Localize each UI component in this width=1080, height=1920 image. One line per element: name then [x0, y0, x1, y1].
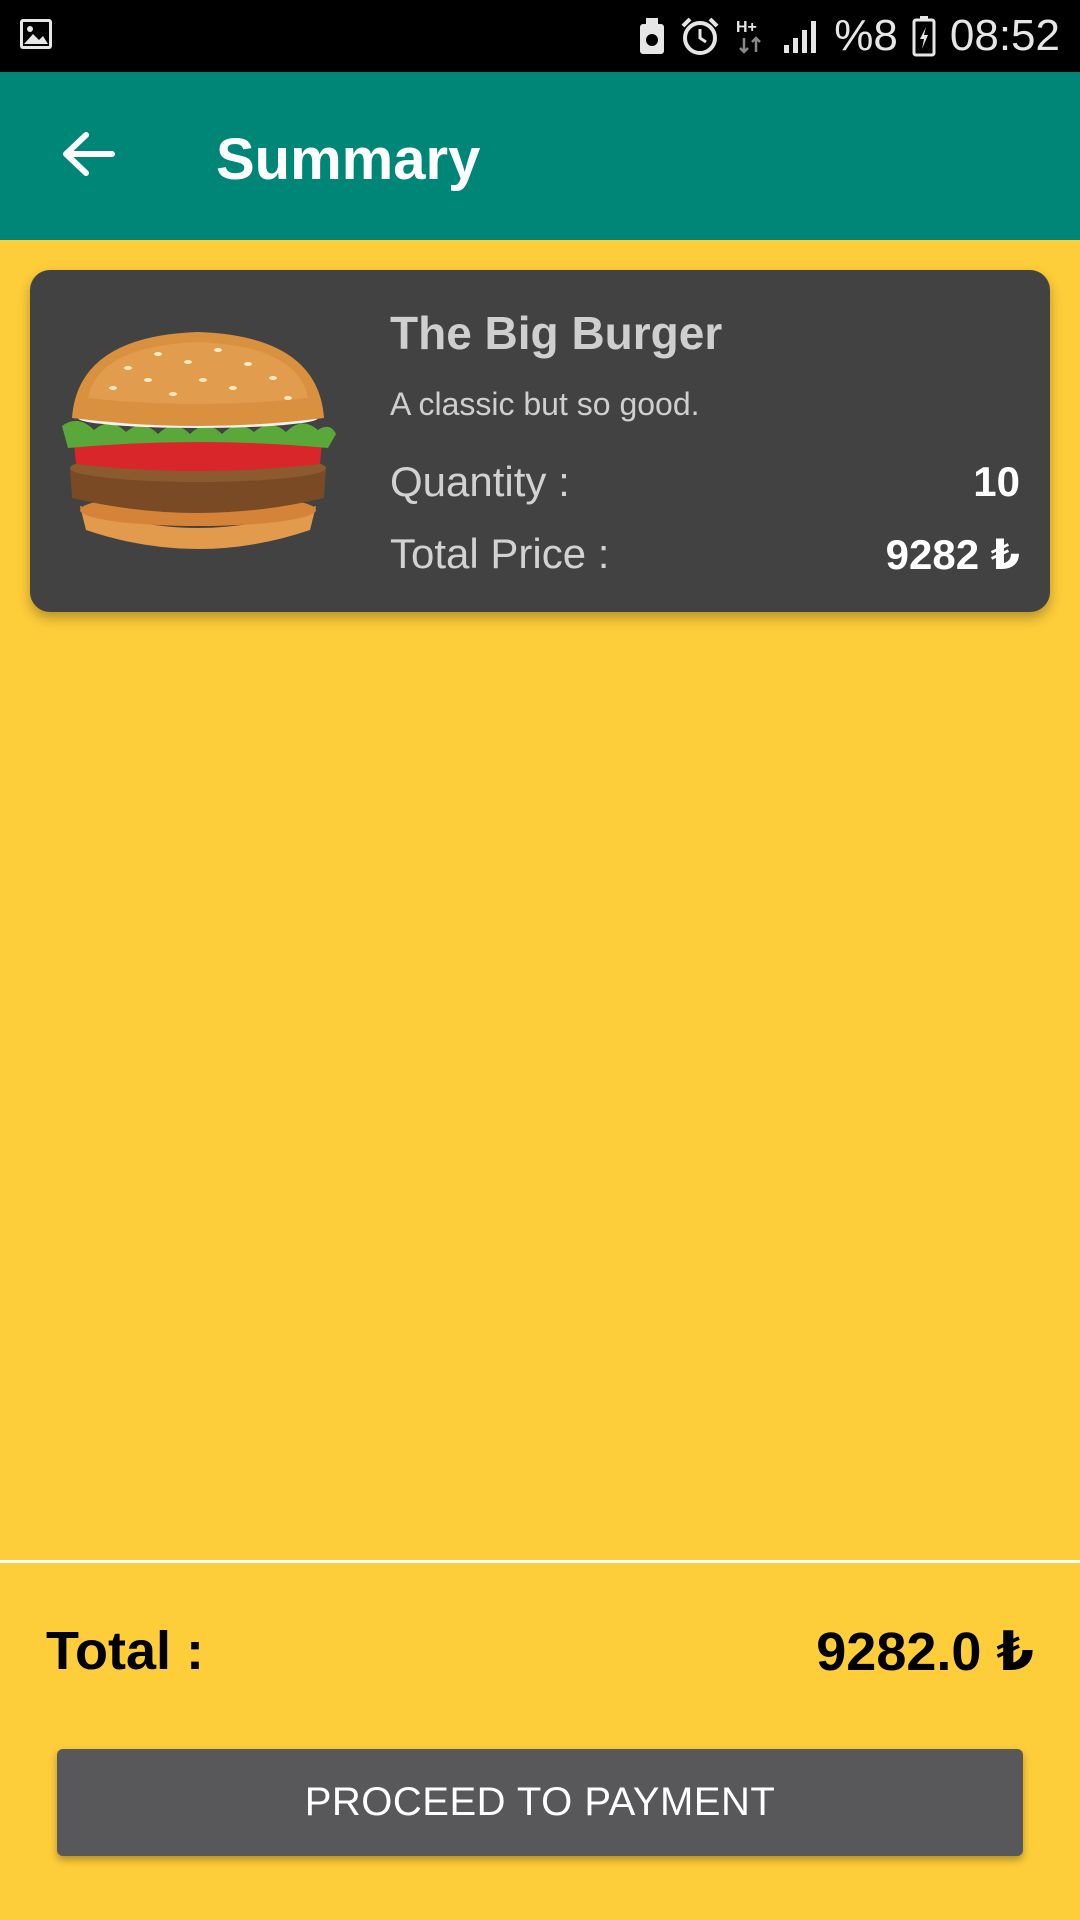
status-bar: H+ %8 08:52: [0, 0, 1080, 72]
clock: 08:52: [949, 11, 1060, 60]
battery-percent: %8: [834, 11, 898, 60]
back-button[interactable]: [52, 120, 124, 192]
total-label: Total :: [46, 1621, 204, 1681]
item-name: The Big Burger: [390, 307, 723, 359]
battery-icon: [912, 15, 936, 57]
proceed-to-payment-button[interactable]: PROCEED TO PAYMENT: [57, 1749, 1023, 1856]
alarm-icon: [680, 16, 720, 56]
divider: [0, 1560, 1080, 1563]
page-title: Summary: [216, 127, 481, 192]
item-price-value: 9282 ₺: [885, 531, 1020, 578]
image-icon: [18, 16, 54, 52]
total-value: 9282.0 ₺: [816, 1622, 1034, 1682]
quantity-label: Quantity :: [390, 458, 570, 505]
item-price-label: Total Price :: [390, 530, 610, 577]
burger-image: [58, 318, 338, 558]
item-description: A classic but so good.: [390, 386, 700, 422]
signal-icon: [782, 19, 820, 53]
back-arrow-icon: [60, 130, 116, 183]
usb-icon: [638, 16, 666, 56]
quantity-value: 10: [973, 458, 1020, 505]
app-bar: Summary: [0, 72, 1080, 240]
svg-text:H+: H+: [736, 19, 757, 36]
order-item-card[interactable]: The Big Burger A classic but so good. Qu…: [30, 270, 1050, 612]
network-h-plus-icon: H+: [734, 16, 768, 56]
